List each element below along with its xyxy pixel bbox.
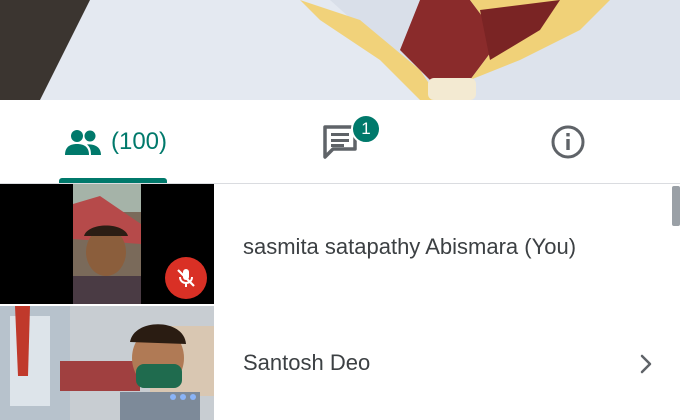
tab-chat[interactable]	[280, 100, 400, 184]
tab-info[interactable]	[520, 100, 615, 184]
tab-people[interactable]: (100)	[40, 100, 190, 184]
active-tab-indicator	[59, 178, 167, 183]
info-icon	[551, 125, 584, 159]
scrollbar[interactable]	[672, 186, 680, 226]
participant-name: Santosh Deo	[243, 350, 371, 375]
dot	[190, 394, 196, 400]
main-video-feed[interactable]	[0, 0, 680, 100]
chevron-right-icon[interactable]	[634, 352, 658, 376]
people-icon	[64, 130, 101, 155]
dot	[170, 394, 176, 400]
video-frame-image	[0, 0, 680, 100]
participant-row[interactable]: sasmita satapathy Abismara (You)	[0, 184, 680, 304]
mic-off-indicator	[165, 257, 207, 299]
meet-participants-screen: (100) 1 sasmita satapathy Abismara (You)…	[0, 0, 680, 420]
mic-off-icon	[177, 269, 195, 287]
participant-row[interactable]: Santosh Deo	[0, 306, 680, 420]
dot	[180, 394, 186, 400]
participant-name: sasmita satapathy Abismara (You)	[243, 234, 577, 259]
participant-video-image	[0, 306, 214, 420]
participant-video-thumbnail	[0, 306, 214, 420]
more-options-dots[interactable]	[170, 394, 196, 400]
panel-tab-bar: (100)	[0, 100, 680, 184]
people-count-label: (100)	[110, 128, 168, 155]
chat-unread-badge: 1	[351, 114, 381, 144]
